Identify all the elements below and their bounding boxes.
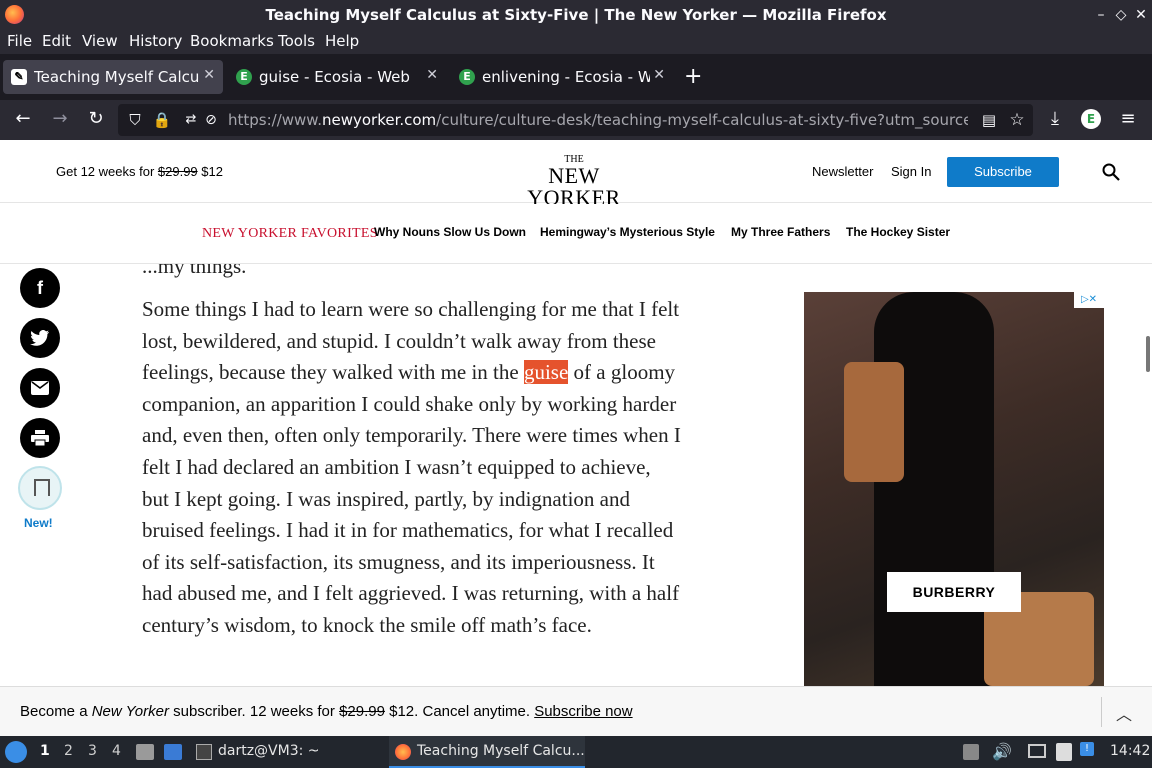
- clock: 14:42: [1110, 743, 1151, 759]
- network-icon[interactable]: [1028, 744, 1046, 758]
- adchoices-icon[interactable]: ▷✕: [1074, 292, 1104, 308]
- chevron-up-icon[interactable]: ︿: [1116, 701, 1132, 725]
- tab-label: enlivening - Ecosia - Web: [482, 68, 650, 86]
- terminal-icon: [196, 744, 212, 760]
- menu-help[interactable]: Help: [325, 32, 359, 50]
- file-manager-icon[interactable]: [136, 744, 154, 760]
- workspace-2[interactable]: 2: [64, 743, 73, 759]
- menu-bookmarks[interactable]: Bookmarks: [190, 32, 274, 50]
- close-tab-icon[interactable]: ✕: [203, 67, 215, 83]
- navigation-toolbar: ← → ↻ ⛉ 🔒 ⇄ ⊘ https://www.newyorker.com/…: [0, 100, 1152, 140]
- tab-label: Teaching Myself Calculus: [34, 68, 200, 86]
- subscribe-banner: Become a New Yorker subscriber. 12 weeks…: [0, 686, 1152, 736]
- volume-icon[interactable]: 🔊: [992, 742, 1012, 761]
- newyorker-favicon: ✎: [11, 69, 27, 85]
- taskbar-firefox-window[interactable]: Teaching Myself Calcu...: [389, 736, 585, 768]
- newsletter-link[interactable]: Newsletter: [812, 164, 873, 179]
- menu-view[interactable]: View: [82, 32, 118, 50]
- menu-file[interactable]: File: [7, 32, 32, 50]
- forward-icon[interactable]: →: [49, 108, 71, 130]
- bookmark-star-icon[interactable]: ☆: [1006, 109, 1028, 131]
- desktop-taskbar: 1 2 3 4 dartz@VM3: ~ Teaching Myself Cal…: [0, 736, 1152, 768]
- menu-edit[interactable]: Edit: [42, 32, 71, 50]
- subscribe-now-link[interactable]: Subscribe now: [534, 703, 632, 720]
- downloads-icon[interactable]: ⤓: [1044, 108, 1066, 130]
- ecosia-favicon: E: [459, 69, 475, 85]
- ad-model-image: [874, 292, 994, 686]
- notification-icon[interactable]: !: [1080, 742, 1094, 756]
- tab-label: guise - Ecosia - Web: [259, 68, 410, 86]
- ad-bag-image: [844, 362, 904, 482]
- close-tab-icon[interactable]: ✕: [653, 67, 665, 83]
- reader-view-icon[interactable]: ▤: [978, 109, 1000, 131]
- permissions-icon[interactable]: ⇄: [180, 109, 202, 131]
- newyorker-logo[interactable]: THE NEW YORKER: [504, 155, 644, 209]
- save-story-button[interactable]: [18, 466, 62, 510]
- favorites-link[interactable]: Why Nouns Slow Us Down: [374, 225, 526, 239]
- menu-bar: File Edit View History Bookmarks Tools H…: [0, 30, 1152, 54]
- tab-guise[interactable]: E guise - Ecosia - Web ✕: [228, 60, 446, 94]
- url-bar[interactable]: ⛉ 🔒 ⇄ ⊘ https://www.newyorker.com/cultur…: [118, 104, 1033, 136]
- site-header: Get 12 weeks for $29.99 $12 THE NEW YORK…: [0, 140, 1152, 209]
- taskbar-terminal[interactable]: dartz@VM3: ~: [218, 743, 320, 759]
- search-icon[interactable]: [1102, 163, 1120, 181]
- tab-bar: ✎ Teaching Myself Calculus ✕ E guise - E…: [0, 54, 1152, 100]
- burberry-logo[interactable]: BURBERRY: [887, 572, 1021, 612]
- twitter-share-icon[interactable]: [20, 318, 60, 358]
- workspace-3[interactable]: 3: [88, 743, 97, 759]
- article-text-cut: ...my things.: [142, 264, 247, 278]
- favorites-title: NEW YORKER FAVORITES: [202, 226, 378, 241]
- maximize-icon[interactable]: ◇: [1110, 4, 1132, 26]
- lock-icon[interactable]: 🔒: [151, 109, 173, 131]
- favorites-link[interactable]: My Three Fathers: [731, 225, 830, 239]
- back-icon[interactable]: ←: [12, 108, 34, 130]
- banner-text: Become a New Yorker subscriber. 12 weeks…: [20, 703, 633, 720]
- window-title: Teaching Myself Calculus at Sixty-Five |…: [265, 6, 887, 24]
- shield-icon[interactable]: ⛉: [124, 109, 146, 131]
- header-promo[interactable]: Get 12 weeks for $29.99 $12: [56, 164, 223, 179]
- ecosia-extension-icon[interactable]: E: [1081, 109, 1101, 129]
- highlighted-word[interactable]: guise: [523, 360, 569, 385]
- ecosia-favicon: E: [236, 69, 252, 85]
- url-text[interactable]: https://www.newyorker.com/culture/cultur…: [228, 111, 968, 129]
- clipboard-icon[interactable]: [1056, 743, 1072, 761]
- close-tab-icon[interactable]: ✕: [426, 67, 438, 83]
- facebook-share-icon[interactable]: f: [20, 268, 60, 308]
- menu-tools[interactable]: Tools: [278, 32, 315, 50]
- subscribe-button[interactable]: Subscribe: [947, 157, 1059, 187]
- favorites-link[interactable]: Hemingway’s Mysterious Style: [540, 225, 715, 239]
- sign-in-link[interactable]: Sign In: [891, 164, 931, 179]
- tab-enlivening[interactable]: E enlivening - Ecosia - Web ✕: [451, 60, 673, 94]
- favorites-link[interactable]: The Hockey Sister: [846, 225, 950, 239]
- favorites-bar: NEW YORKER FAVORITES Why Nouns Slow Us D…: [0, 204, 1152, 264]
- new-badge: New!: [24, 516, 53, 530]
- email-share-icon[interactable]: [20, 368, 60, 408]
- new-tab-icon[interactable]: +: [684, 64, 702, 89]
- tracking-blocked-icon[interactable]: ⊘: [200, 109, 222, 131]
- start-menu-icon[interactable]: [5, 741, 27, 763]
- divider: [1101, 697, 1102, 727]
- firefox-icon: [395, 744, 411, 760]
- window-titlebar: Teaching Myself Calculus at Sixty-Five |…: [0, 0, 1152, 30]
- scrollbar-thumb[interactable]: [1146, 336, 1150, 372]
- show-desktop-icon[interactable]: [164, 744, 182, 760]
- menu-history[interactable]: History: [129, 32, 182, 50]
- tray-icon[interactable]: [963, 744, 979, 760]
- reload-icon[interactable]: ↻: [85, 108, 107, 130]
- minimize-icon[interactable]: –: [1090, 4, 1112, 26]
- close-icon[interactable]: ✕: [1130, 4, 1152, 26]
- article-content: f New! ...my things. Some things I had t…: [0, 264, 1152, 686]
- workspace-4[interactable]: 4: [112, 743, 121, 759]
- article-paragraph: Some things I had to learn were so chall…: [142, 297, 681, 637]
- hamburger-menu-icon[interactable]: ≡: [1117, 108, 1139, 130]
- print-icon[interactable]: [20, 418, 60, 458]
- workspace-1[interactable]: 1: [40, 743, 50, 759]
- burberry-advertisement[interactable]: ▷✕ BURBERRY: [804, 292, 1104, 686]
- tab-teaching-calculus[interactable]: ✎ Teaching Myself Calculus ✕: [3, 60, 223, 94]
